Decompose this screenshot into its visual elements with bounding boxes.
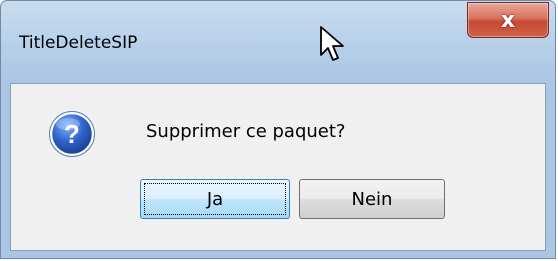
- svg-text:?: ?: [64, 119, 80, 149]
- dialog-body: ? Supprimer ce paquet? Ja Nein: [10, 83, 546, 251]
- title-bar[interactable]: TitleDeleteSIP x: [1, 1, 557, 83]
- close-button[interactable]: x: [467, 2, 549, 38]
- no-button[interactable]: Nein: [299, 179, 445, 219]
- yes-button-label: Ja: [206, 188, 224, 210]
- mouse-cursor-icon: [320, 26, 344, 61]
- dialog-title: TitleDeleteSIP: [19, 33, 138, 53]
- close-icon: x: [500, 7, 516, 33]
- dialog-window: TitleDeleteSIP x ? Supprimer ce paquet?: [0, 0, 556, 259]
- no-button-label: Nein: [351, 188, 393, 210]
- message-text: Supprimer ce paquet?: [146, 121, 346, 142]
- question-icon: ?: [49, 111, 95, 157]
- yes-button[interactable]: Ja: [140, 179, 290, 219]
